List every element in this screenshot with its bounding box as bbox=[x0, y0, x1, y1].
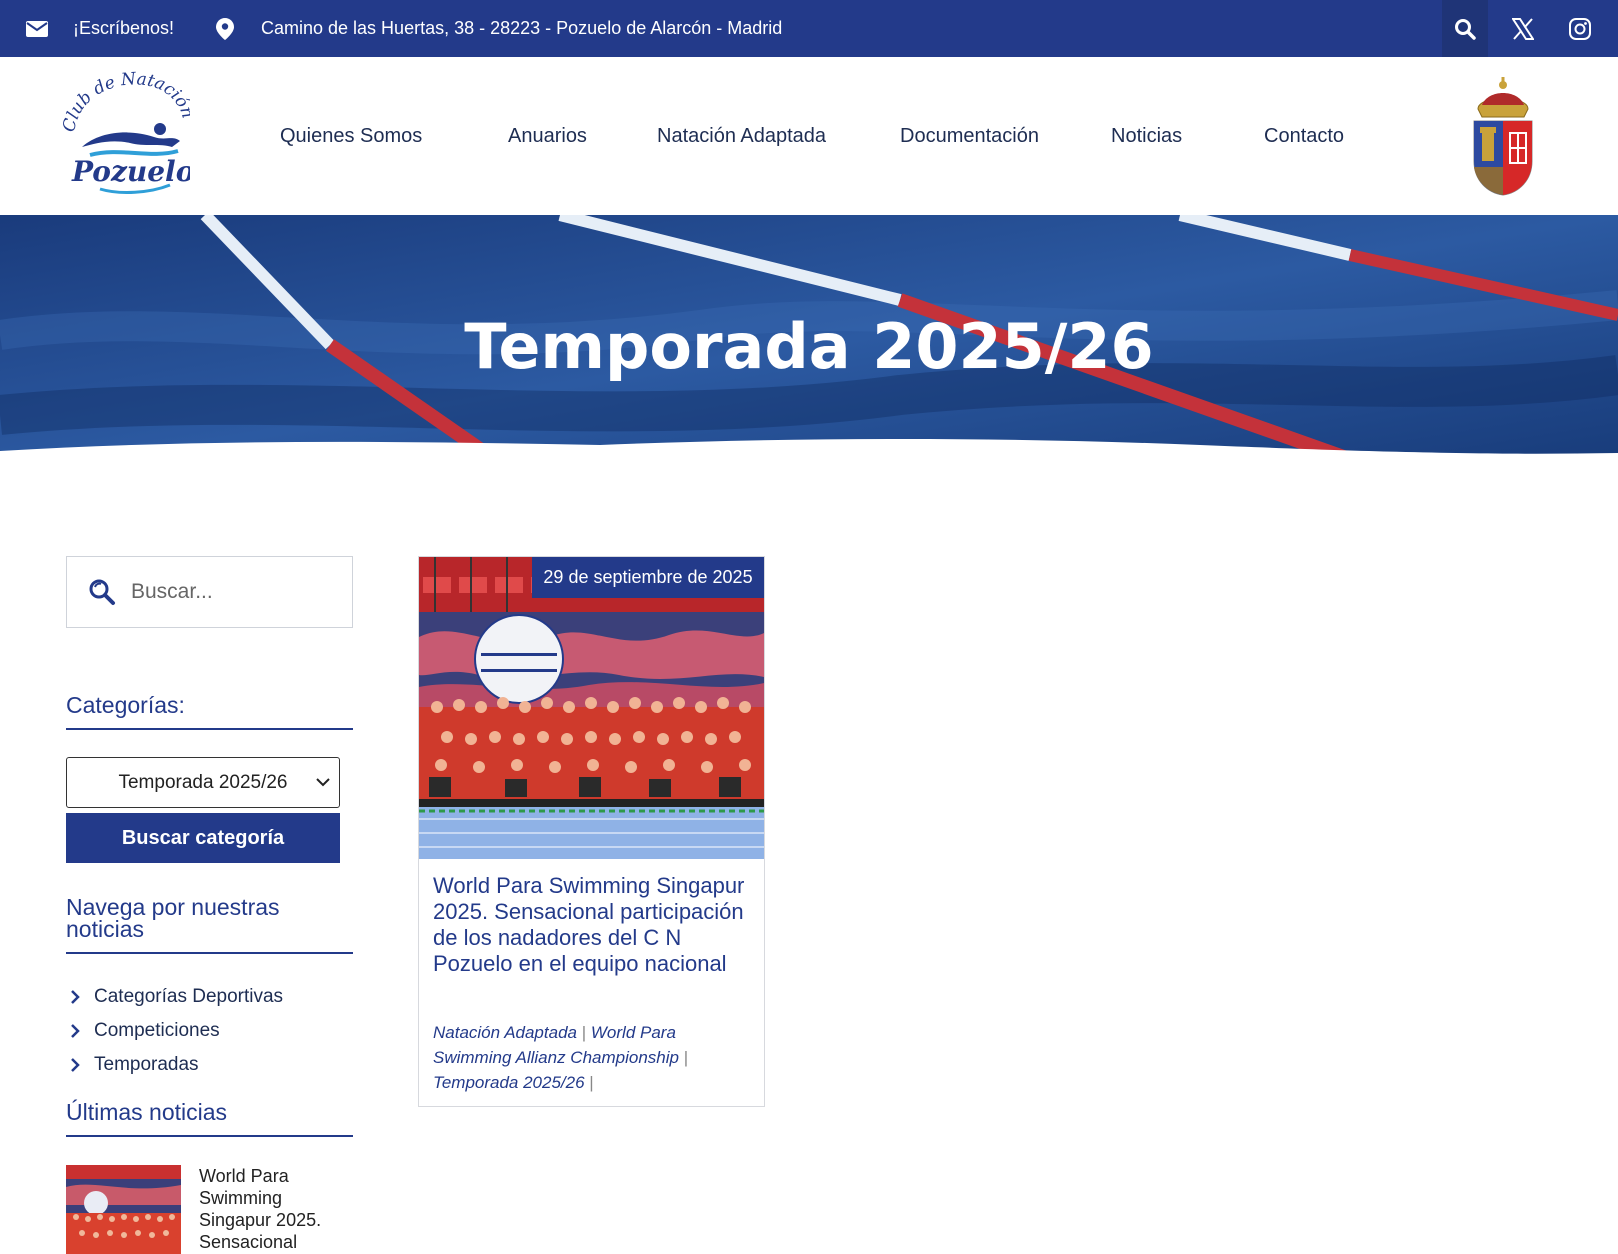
search-icon bbox=[89, 579, 115, 605]
nav-noticias[interactable]: Noticias bbox=[1111, 57, 1182, 215]
nav-natacion-adaptada[interactable]: Natación Adaptada bbox=[657, 57, 826, 215]
post-image[interactable]: 29 de septiembre de 2025 bbox=[419, 557, 764, 859]
address-text: Camino de las Huertas, 38 - 28223 - Pozu… bbox=[261, 18, 783, 38]
municipal-crest bbox=[1468, 75, 1538, 197]
browse-item-categorias[interactable]: Categorías Deportivas bbox=[70, 980, 283, 1014]
nav-contacto[interactable]: Contacto bbox=[1264, 57, 1344, 215]
page-title: Temporada 2025/26 bbox=[464, 310, 1154, 383]
latest-news-thumbnail[interactable] bbox=[66, 1165, 181, 1254]
x-twitter-icon[interactable] bbox=[1512, 0, 1534, 57]
site-header: Club de Natación Pozuelo Quienes Somos A… bbox=[0, 57, 1618, 215]
latest-news-title: Últimas noticias bbox=[66, 1101, 353, 1137]
tag-link[interactable]: Temporada 2025/26 bbox=[433, 1073, 585, 1092]
page-hero: Temporada 2025/26 bbox=[0, 215, 1618, 477]
browse-news-title: Navega por nuestras noticias bbox=[66, 896, 353, 954]
search-input[interactable] bbox=[131, 580, 331, 604]
nav-quienes-somos[interactable]: Quienes Somos bbox=[280, 57, 422, 215]
browse-item-label: Temporadas bbox=[94, 1054, 199, 1075]
browse-news-list: Categorías Deportivas Competiciones Temp… bbox=[70, 980, 283, 1082]
post-tags: Natación Adaptada | World Para Swimming … bbox=[433, 1020, 753, 1095]
logo-club-text: Club de Natación bbox=[59, 69, 198, 134]
club-logo[interactable]: Club de Natación Pozuelo bbox=[59, 69, 198, 201]
post-card: 29 de septiembre de 2025 World Para Swim… bbox=[418, 556, 765, 1107]
chevron-down-icon bbox=[316, 778, 330, 787]
chevron-right-icon bbox=[71, 990, 80, 1004]
tag-separator: | bbox=[589, 1073, 594, 1092]
search-category-button[interactable]: Buscar categoría bbox=[66, 813, 340, 863]
logo-pozuelo-text: Pozuelo bbox=[71, 155, 190, 188]
nav-anuarios[interactable]: Anuarios bbox=[508, 57, 587, 215]
category-select-value: Temporada 2025/26 bbox=[118, 771, 288, 793]
category-select[interactable]: Temporada 2025/26 bbox=[66, 757, 340, 808]
post-date-badge: 29 de septiembre de 2025 bbox=[532, 557, 764, 598]
browse-item-label: Competiciones bbox=[94, 1020, 220, 1041]
search-icon[interactable] bbox=[1442, 0, 1488, 57]
chevron-right-icon bbox=[71, 1058, 80, 1072]
sidebar-search[interactable] bbox=[66, 556, 353, 628]
latest-news-title-link[interactable]: World Para Swimming Singapur 2025. Sensa… bbox=[199, 1165, 349, 1253]
contact-email-link[interactable]: ¡Escríbenos! bbox=[73, 0, 174, 57]
svg-text:Club de Natación: Club de Natación bbox=[60, 71, 190, 134]
location-pin-icon bbox=[216, 0, 234, 57]
tag-separator: | bbox=[683, 1048, 689, 1067]
browse-item-competiciones[interactable]: Competiciones bbox=[70, 1014, 283, 1048]
chevron-right-icon bbox=[71, 1024, 80, 1038]
tag-separator: | bbox=[581, 1023, 587, 1042]
tag-link[interactable]: Natación Adaptada bbox=[433, 1023, 577, 1042]
browse-item-temporadas[interactable]: Temporadas bbox=[70, 1048, 283, 1082]
top-bar: ¡Escríbenos! Camino de las Huertas, 38 -… bbox=[0, 0, 1618, 57]
instagram-icon[interactable] bbox=[1569, 0, 1591, 57]
nav-documentacion[interactable]: Documentación bbox=[900, 57, 1039, 215]
browse-item-label: Categorías Deportivas bbox=[94, 986, 284, 1007]
envelope-icon[interactable] bbox=[26, 0, 48, 57]
post-title-link[interactable]: World Para Swimming Singapur 2025. Sensa… bbox=[433, 873, 753, 977]
categories-title: Categorías: bbox=[66, 694, 353, 730]
